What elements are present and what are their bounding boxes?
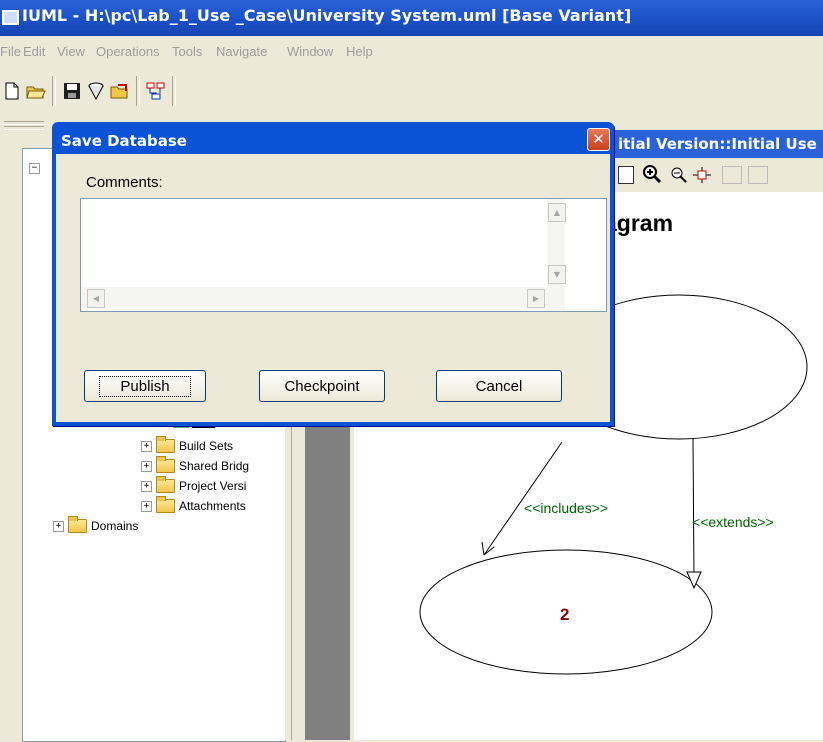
tree-item-domains[interactable]: + Domains [53, 516, 138, 535]
fit-icon[interactable] [692, 166, 712, 188]
window-title-bar[interactable]: IUML - H:\pc\Lab_1_Use _Case\University … [0, 0, 823, 36]
grip [4, 121, 44, 125]
vertical-scrollbar[interactable]: ▲ ▼ [547, 199, 566, 311]
folder-icon [156, 456, 175, 473]
diagram-window-title-bar[interactable]: itial Version::Initial Use [612, 130, 823, 158]
comments-label: Comments: [86, 174, 163, 191]
save-disk-icon[interactable] [62, 81, 82, 101]
publish-button[interactable]: Publish [84, 370, 206, 402]
main-toolbar [0, 72, 823, 112]
diagram-window-title: itial Version::Initial Use [618, 135, 817, 153]
close-icon[interactable]: ✕ [587, 128, 610, 151]
layout-icon[interactable] [748, 166, 768, 184]
zoom-out-icon[interactable] [670, 166, 688, 188]
expand-toggle[interactable]: + [141, 460, 152, 472]
menu-help[interactable]: Help [346, 44, 373, 59]
menu-tools[interactable]: Tools [172, 44, 202, 59]
includes-label: <<includes>> [524, 500, 609, 516]
new-file-icon[interactable] [2, 81, 22, 101]
includes-arrow [483, 441, 563, 556]
folder-icon [156, 436, 175, 453]
checkpoint-button[interactable]: Checkpoint [259, 370, 385, 402]
menu-operations[interactable]: Operations [96, 44, 160, 59]
open-folder-icon[interactable] [26, 81, 46, 101]
toolbar-separator [52, 76, 56, 106]
menu-view[interactable]: View [57, 44, 85, 59]
expand-toggle[interactable]: + [141, 440, 152, 452]
diagram-toolbar [612, 158, 823, 192]
properties-icon[interactable] [618, 166, 634, 184]
expand-toggle[interactable]: + [53, 520, 64, 532]
compare-icon[interactable] [146, 81, 166, 101]
tree-item-project-versions[interactable]: + Project Versi [141, 476, 246, 495]
scroll-right-icon[interactable]: ▶ [527, 289, 545, 308]
tree-item-shared-bridges[interactable]: + Shared Bridg [141, 456, 249, 475]
toolbar-separator [172, 76, 176, 106]
tree-root-toggle[interactable]: − [29, 163, 44, 174]
zoom-in-icon[interactable] [642, 164, 662, 188]
folder-icon [156, 476, 175, 493]
tree-item-build-sets[interactable]: + Build Sets [141, 436, 233, 455]
menu-bar: File Edit View Operations Tools Navigate… [0, 36, 823, 66]
scroll-down-icon[interactable]: ▼ [548, 265, 566, 284]
menu-window[interactable]: Window [287, 44, 333, 59]
app-icon [2, 10, 19, 25]
extends-label: <<extends>> [692, 514, 774, 530]
extends-arrow [692, 437, 695, 583]
menu-navigate[interactable]: Navigate [216, 44, 267, 59]
database-icon[interactable] [86, 81, 106, 101]
horizontal-scrollbar[interactable]: ◀ ▶ [81, 287, 547, 308]
scroll-left-icon[interactable]: ◀ [87, 289, 105, 308]
dialog-title: Save Database [61, 132, 187, 150]
usecase-number: 2 [560, 605, 570, 624]
expand-toggle[interactable]: + [141, 480, 152, 492]
scroll-up-icon[interactable]: ▲ [548, 203, 566, 222]
comments-textarea[interactable]: ▲ ▼ ◀ ▶ [80, 198, 607, 312]
folder-icon [68, 516, 87, 533]
grip [4, 126, 44, 130]
window-title: IUML - H:\pc\Lab_1_Use _Case\University … [22, 6, 632, 25]
cancel-button[interactable]: Cancel [436, 370, 562, 402]
menu-edit[interactable]: Edit [23, 44, 45, 59]
folder-icon [156, 496, 175, 513]
dialog-body: Comments: ▲ ▼ ◀ ▶ Publish Checkpoint Can… [56, 154, 610, 422]
menu-file[interactable]: File [0, 44, 21, 59]
save-database-dialog: Save Database ✕ Comments: ▲ ▼ ◀ ▶ Publis… [52, 122, 614, 426]
expand-toggle[interactable]: + [141, 500, 152, 512]
publish-icon[interactable] [110, 81, 130, 101]
align-icon[interactable] [722, 166, 742, 184]
toolbar-separator [136, 76, 140, 106]
tree-item-attachments[interactable]: + Attachments [141, 496, 246, 515]
